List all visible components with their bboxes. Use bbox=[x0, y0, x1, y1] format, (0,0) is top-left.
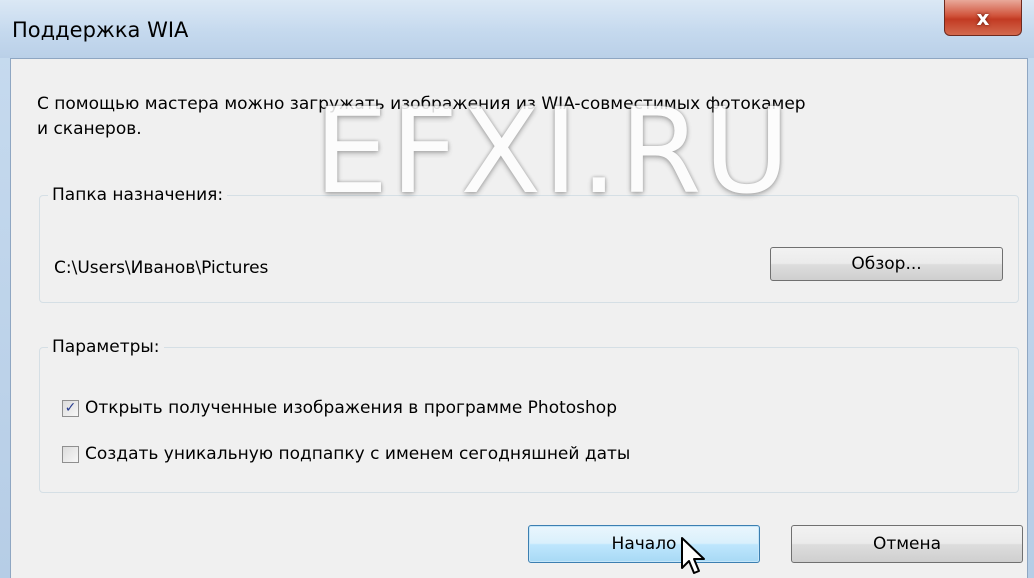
close-button[interactable]: x bbox=[944, 0, 1022, 36]
mouse-pointer-icon bbox=[681, 537, 705, 574]
checkmark-icon: ✓ bbox=[64, 400, 77, 416]
destination-path: C:\Users\Иванов\Pictures bbox=[54, 258, 269, 278]
browse-button-label: Обзор... bbox=[851, 254, 922, 274]
cancel-button[interactable]: Отмена bbox=[791, 525, 1023, 563]
create-subfolder-label: Создать уникальную подпапку с именем сег… bbox=[85, 444, 631, 464]
destination-group-label: Папка назначения: bbox=[48, 185, 228, 205]
create-subfolder-checkbox[interactable] bbox=[62, 445, 79, 463]
browse-button[interactable]: Обзор... bbox=[770, 247, 1003, 281]
open-in-photoshop-label: Открыть полученные изображения в програм… bbox=[85, 398, 617, 418]
wia-dialog-window: Поддержка WIA x С помощью мастера можно … bbox=[0, 0, 1034, 578]
open-in-photoshop-checkbox[interactable]: ✓ bbox=[62, 399, 79, 417]
start-button-label: Начало bbox=[611, 534, 677, 554]
open-in-photoshop-option[interactable]: ✓ Открыть полученные изображения в прогр… bbox=[62, 398, 617, 418]
start-button[interactable]: Начало bbox=[528, 525, 760, 563]
cancel-button-label: Отмена bbox=[872, 534, 942, 554]
options-group: Параметры: ✓ Открыть полученные изображе… bbox=[39, 337, 1019, 493]
window-title: Поддержка WIA bbox=[12, 18, 189, 42]
options-group-label: Параметры: bbox=[48, 337, 164, 357]
title-bar[interactable]: Поддержка WIA x bbox=[0, 0, 1034, 58]
watermark-text: EFXI.RU bbox=[314, 82, 792, 220]
close-icon: x bbox=[976, 5, 990, 30]
create-subfolder-option[interactable]: Создать уникальную подпапку с именем сег… bbox=[62, 444, 630, 464]
